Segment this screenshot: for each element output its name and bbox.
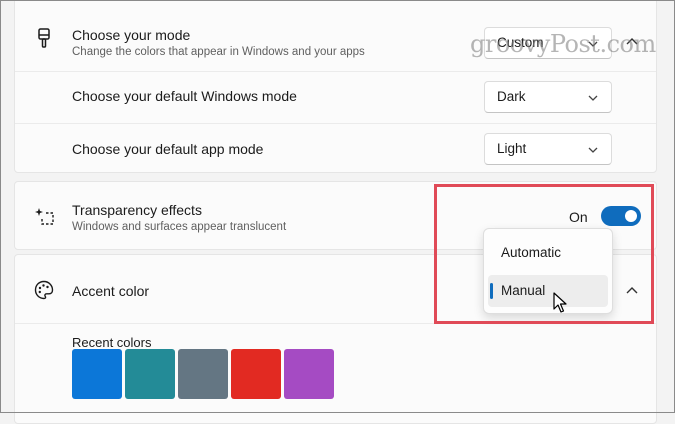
recent-colors-label: Recent colors	[72, 335, 152, 350]
mode-dropdown[interactable]: Custom	[484, 27, 612, 59]
chevron-up-icon[interactable]	[625, 35, 639, 49]
paintbrush-icon	[38, 28, 50, 48]
mode-dropdown-value: Custom	[497, 35, 544, 50]
recent-color-swatch-2[interactable]	[125, 349, 175, 399]
mode-settings-card: Choose your mode Change the colors that …	[14, 0, 657, 173]
transparency-title: Transparency effects	[72, 202, 202, 218]
transparency-toggle[interactable]	[601, 206, 641, 226]
app-mode-dropdown[interactable]: Light	[484, 133, 612, 165]
toggle-knob	[625, 210, 637, 222]
choose-mode-subtitle: Change the colors that appear in Windows…	[72, 46, 365, 58]
windows-mode-row: Choose your default Windows mode Dark	[15, 72, 656, 123]
divider	[15, 323, 656, 324]
app-mode-row: Choose your default app mode Light	[15, 124, 656, 174]
menu-item-label: Manual	[501, 283, 546, 298]
windows-mode-title: Choose your default Windows mode	[72, 88, 297, 104]
choose-mode-title: Choose your mode	[72, 27, 191, 43]
recent-color-swatch-4[interactable]	[231, 349, 281, 399]
toggle-state-label: On	[569, 209, 588, 225]
recent-color-swatch-3[interactable]	[178, 349, 228, 399]
windows-mode-value: Dark	[497, 89, 526, 104]
choose-mode-row[interactable]: Choose your mode Change the colors that …	[15, 0, 656, 71]
accent-color-menu: Automatic Manual	[483, 228, 613, 314]
recent-color-swatch-5[interactable]	[284, 349, 334, 399]
chevron-down-icon	[588, 147, 598, 153]
app-mode-value: Light	[497, 141, 527, 156]
chevron-down-icon	[588, 95, 598, 101]
transparency-subtitle: Windows and surfaces appear translucent	[72, 221, 287, 233]
mouse-cursor-icon	[553, 292, 567, 313]
sparkle-icon	[35, 208, 54, 225]
chevron-up-icon[interactable]	[625, 284, 639, 298]
chevron-down-icon	[588, 41, 598, 47]
menu-item-automatic[interactable]: Automatic	[488, 237, 608, 269]
recent-color-swatch-1[interactable]	[72, 349, 122, 399]
app-mode-title: Choose your default app mode	[72, 141, 264, 157]
menu-item-label: Automatic	[501, 245, 562, 260]
accent-color-title: Accent color	[72, 283, 150, 299]
selection-indicator	[490, 283, 493, 299]
windows-mode-dropdown[interactable]: Dark	[484, 81, 612, 113]
menu-item-manual[interactable]: Manual	[488, 275, 608, 307]
palette-icon	[34, 280, 54, 300]
